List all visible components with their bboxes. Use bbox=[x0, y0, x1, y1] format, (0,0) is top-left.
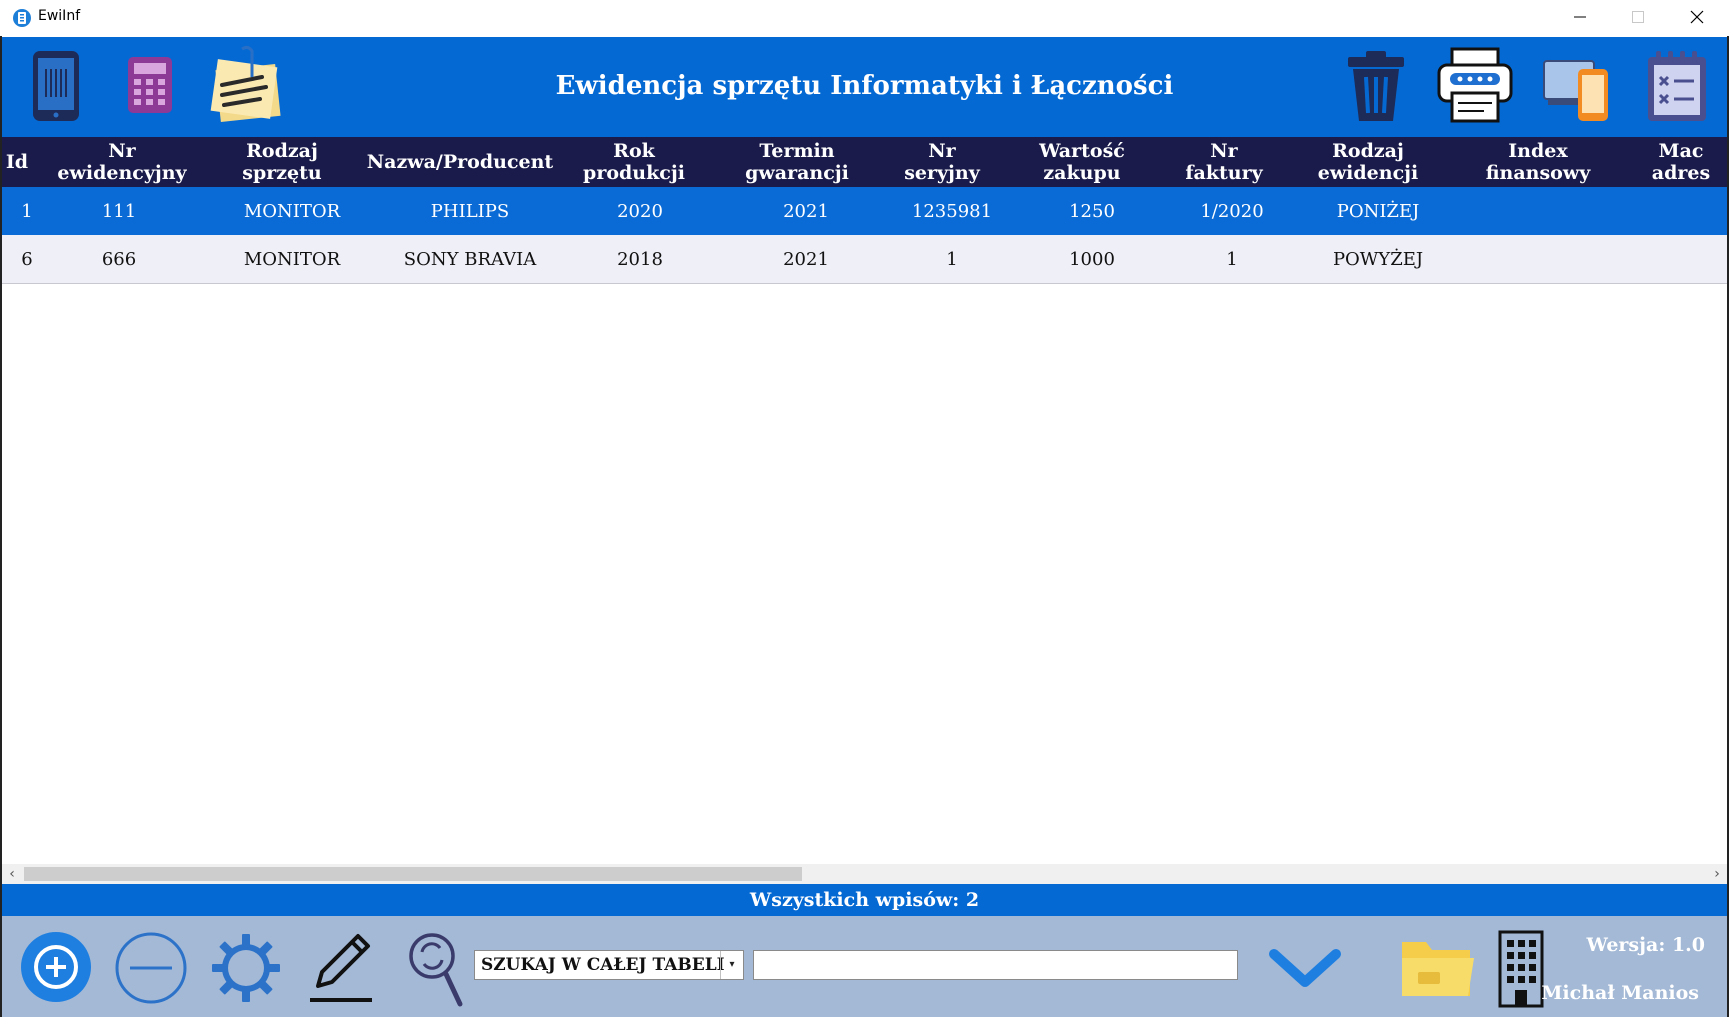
search-refresh-icon[interactable] bbox=[408, 930, 466, 1010]
column-header-rodzaj-sprzetu[interactable]: Rodzaj sprzętu bbox=[206, 137, 358, 187]
maximize-button[interactable] bbox=[1609, 0, 1667, 34]
column-header-nr-ewidencyjny[interactable]: Nr ewidencyjny bbox=[38, 137, 206, 187]
column-header-nazwa-producent[interactable]: Nazwa/Producent bbox=[362, 137, 558, 187]
cell-index-finansowy bbox=[1442, 187, 1634, 235]
building-icon[interactable] bbox=[1496, 928, 1546, 1008]
cell-nazwa-producent: SONY BRAVIA bbox=[403, 248, 537, 270]
title-bar: EwiInf bbox=[0, 0, 1729, 36]
cell-rodzaj-ewidencji: PONIŻEJ bbox=[1336, 200, 1420, 222]
cell-rok-produkcji: 2018 bbox=[617, 248, 663, 270]
horizontal-scrollbar[interactable]: ‹ › bbox=[2, 864, 1727, 884]
app-window: EwiInf Ewidencja sprzętu Informatyki i Ł… bbox=[0, 0, 1729, 1017]
folder-icon[interactable] bbox=[1400, 934, 1476, 1000]
table-row[interactable]: 6 666 MONITOR SONY BRAVIA 2018 2021 1 10… bbox=[2, 235, 1727, 284]
column-header-index-finansowy[interactable]: Index finansowy bbox=[1442, 137, 1634, 187]
close-button[interactable] bbox=[1668, 0, 1726, 34]
search-scope-select[interactable]: SZUKAJ W CAŁEJ TABELI ▾ bbox=[474, 950, 744, 980]
header-banner: Ewidencja sprzętu Informatyki i Łącznośc… bbox=[2, 37, 1727, 137]
cell-rodzaj-sprzetu: MONITOR bbox=[243, 200, 341, 222]
chevron-down-icon[interactable]: ▾ bbox=[720, 951, 743, 979]
confirm-check-icon[interactable] bbox=[1268, 944, 1342, 990]
column-header-nr-seryjny[interactable]: Nr seryjny bbox=[872, 137, 1012, 187]
app-icon bbox=[13, 9, 31, 27]
column-header-termin-gwarancji[interactable]: Termin gwarancji bbox=[718, 137, 876, 187]
column-header-rodzaj-ewidencji[interactable]: Rodzaj ewidencji bbox=[1296, 137, 1440, 187]
version-label: Wersja: 1.0 bbox=[1586, 934, 1705, 956]
cell-mac-adres bbox=[1638, 235, 1724, 283]
cell-wartosc-zakupu: 1250 bbox=[1069, 200, 1115, 222]
cell-nazwa-producent: PHILIPS bbox=[430, 200, 510, 222]
window-title: EwiInf bbox=[38, 8, 81, 24]
cell-nr-seryjny: 1235981 bbox=[911, 200, 993, 222]
table-row[interactable]: 1 111 MONITOR PHILIPS 2020 2021 1235981 … bbox=[2, 187, 1727, 235]
record-count: Wszystkich wpisów: 2 bbox=[749, 889, 980, 911]
cell-nr-ewidencyjny: 111 bbox=[101, 200, 137, 222]
cell-rodzaj-sprzetu: MONITOR bbox=[243, 248, 341, 270]
cell-rok-produkcji: 2020 bbox=[617, 200, 663, 222]
cell-termin-gwarancji: 2021 bbox=[783, 200, 829, 222]
checklist-icon[interactable] bbox=[1646, 51, 1708, 123]
column-header-mac-adres[interactable]: Mac adres bbox=[1638, 137, 1724, 187]
cell-termin-gwarancji: 2021 bbox=[783, 248, 829, 270]
column-header-wartosc-zakupu[interactable]: Wartość zakupu bbox=[1014, 137, 1150, 187]
column-header-id[interactable]: Id bbox=[2, 137, 32, 187]
cell-nr-faktury: 1/2020 bbox=[1200, 200, 1264, 222]
trash-icon[interactable] bbox=[1346, 49, 1406, 123]
scroll-left-arrow-icon[interactable]: ‹ bbox=[2, 864, 22, 884]
data-table: Id Nr ewidencyjny Rodzaj sprzętu Nazwa/Pro… bbox=[2, 137, 1727, 867]
devices-icon[interactable] bbox=[1542, 51, 1610, 123]
column-header-rok-produkcji[interactable]: Rok produkcji bbox=[562, 137, 706, 187]
cell-index-finansowy bbox=[1442, 235, 1634, 283]
table-header: Id Nr ewidencyjny Rodzaj sprzętu Nazwa/Pro… bbox=[2, 137, 1727, 187]
search-input[interactable] bbox=[753, 950, 1238, 980]
bottom-toolbar: SZUKAJ W CAŁEJ TABELI ▾ Wersja: 1.0 Mich… bbox=[2, 916, 1727, 1017]
minimize-button[interactable] bbox=[1551, 0, 1609, 34]
edit-icon[interactable] bbox=[306, 930, 376, 1006]
printer-icon[interactable] bbox=[1436, 47, 1514, 123]
settings-icon[interactable] bbox=[210, 932, 282, 1004]
cell-rodzaj-ewidencji: POWYŻEJ bbox=[1332, 248, 1424, 270]
add-icon[interactable] bbox=[20, 931, 92, 1003]
cell-nr-ewidencyjny: 666 bbox=[101, 248, 137, 270]
column-header-nr-faktury[interactable]: Nr faktury bbox=[1154, 137, 1294, 187]
scrollbar-thumb[interactable] bbox=[24, 867, 802, 881]
cell-nr-faktury: 1 bbox=[1226, 248, 1238, 270]
cell-wartosc-zakupu: 1000 bbox=[1069, 248, 1115, 270]
remove-icon[interactable] bbox=[114, 931, 188, 1005]
search-scope-value: SZUKAJ W CAŁEJ TABELI bbox=[481, 955, 725, 975]
scroll-right-arrow-icon[interactable]: › bbox=[1707, 864, 1727, 884]
cell-mac-adres bbox=[1638, 187, 1724, 235]
cell-nr-seryjny: 1 bbox=[946, 248, 958, 270]
status-bar: Wszystkich wpisów: 2 bbox=[2, 884, 1727, 916]
author-label: Michał Manios bbox=[1541, 982, 1699, 1004]
